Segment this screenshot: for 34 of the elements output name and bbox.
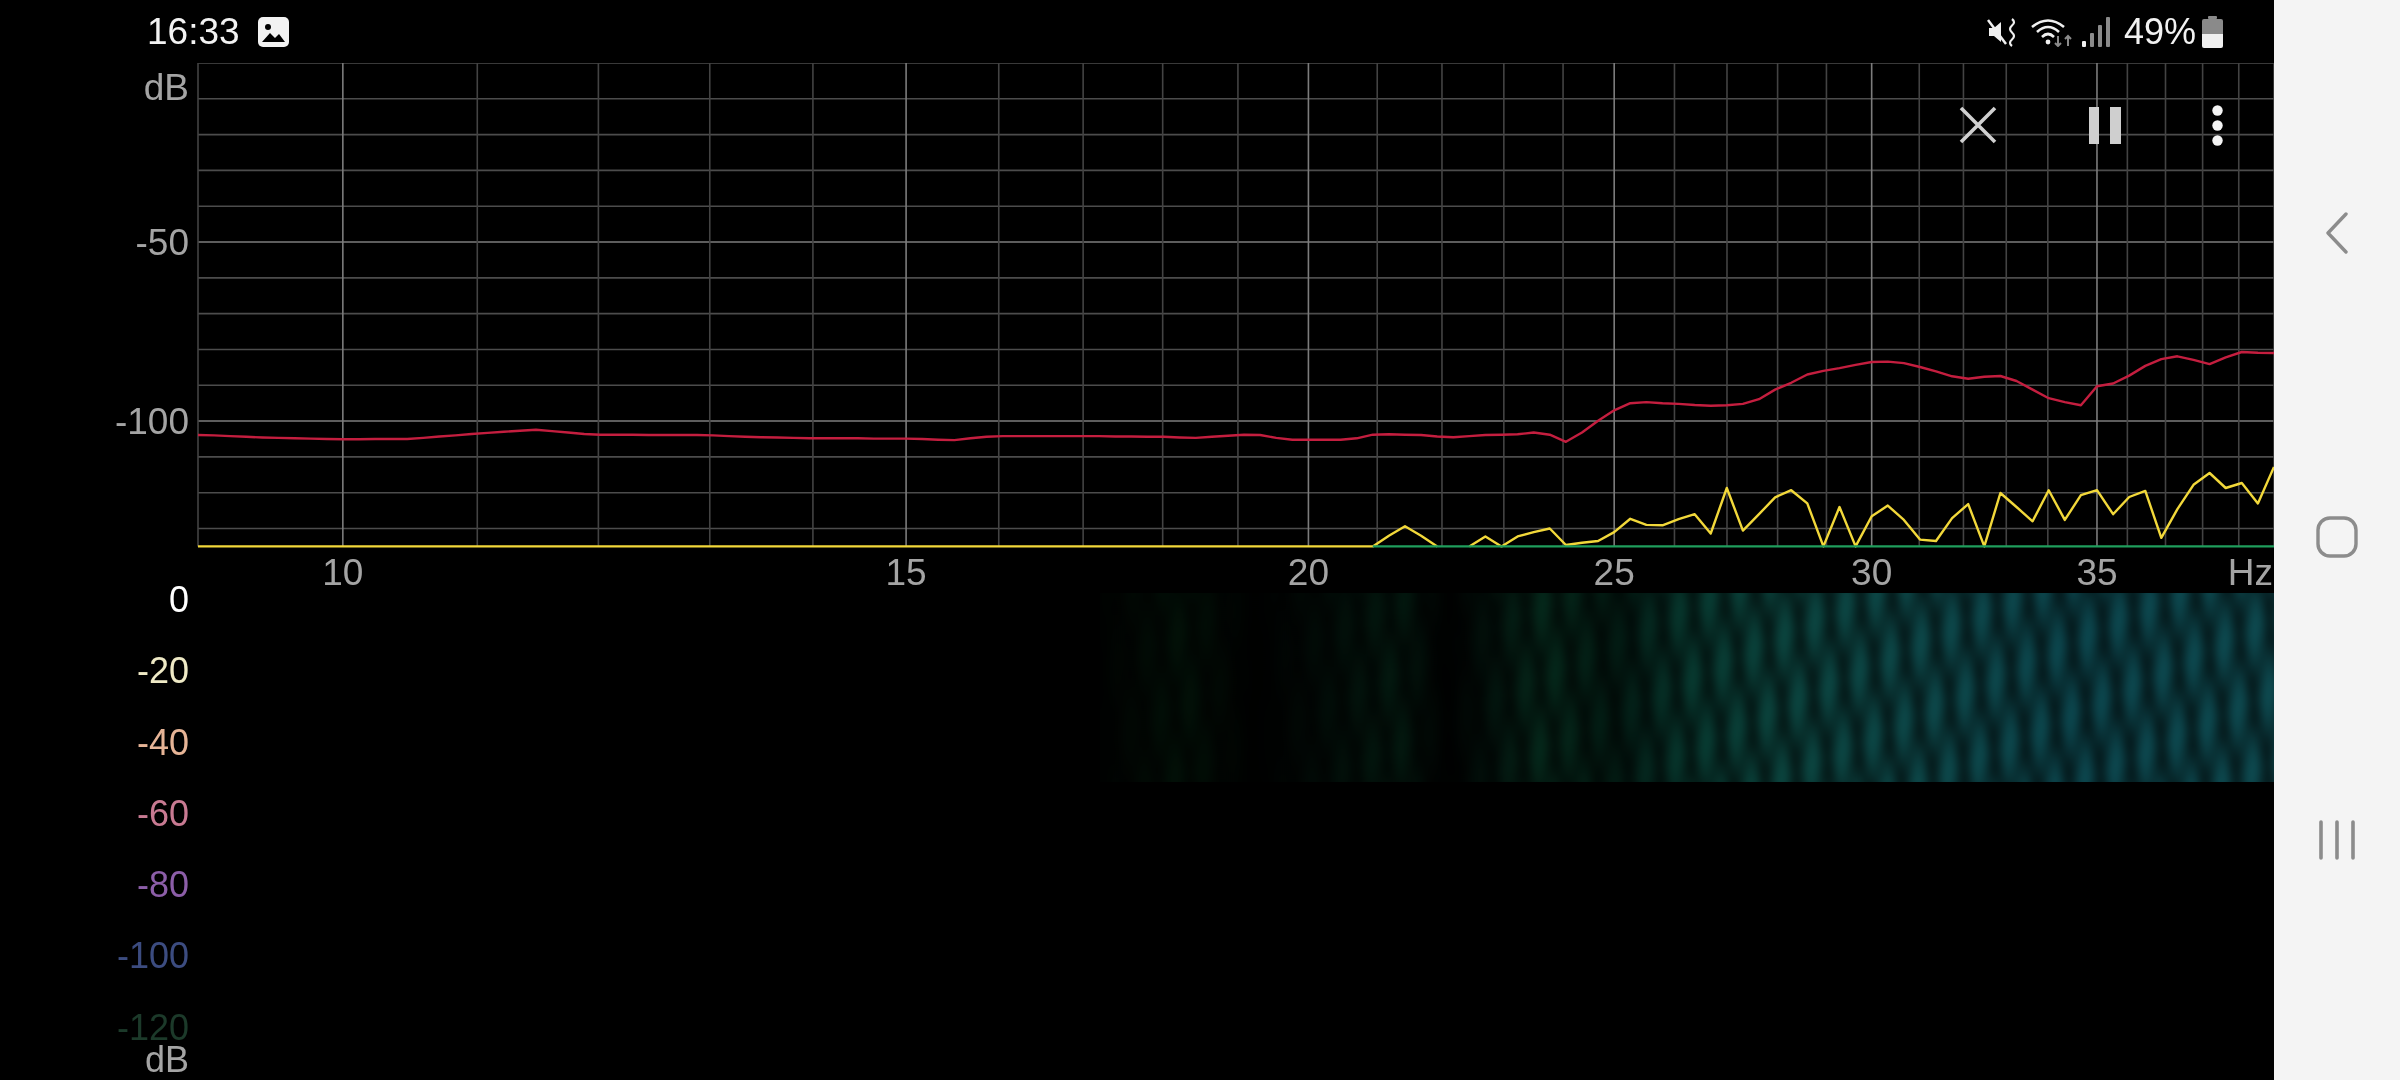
y-tick-label: -100 [114, 400, 189, 442]
close-button[interactable] [1959, 106, 1997, 144]
x-tick-label: 20 [1287, 551, 1329, 593]
x-tick-label: 15 [885, 551, 927, 593]
pause-button[interactable] [2089, 107, 2121, 144]
battery-percent: 49% [2123, 13, 2196, 50]
color-scale-label: -60 [136, 797, 189, 830]
x-axis-label: Hz [2227, 551, 2273, 593]
wifi-icon [2030, 16, 2073, 47]
x-tick-label: 25 [1593, 551, 1635, 593]
close-icon [1959, 106, 1997, 144]
signal-icon [2081, 16, 2110, 47]
color-scale-label: -20 [136, 655, 189, 688]
x-tick-label: 30 [1851, 551, 1893, 593]
status-time: 16:33 [147, 13, 240, 50]
back-icon[interactable] [2325, 212, 2349, 254]
color-scale-label: -40 [136, 726, 189, 759]
y-axis-label: dB [143, 66, 189, 108]
color-scale-unit: dB [144, 1043, 189, 1076]
color-scale-label: 0 [168, 584, 189, 616]
x-tick-label: 10 [322, 551, 364, 593]
image-icon [257, 16, 289, 47]
home-icon[interactable] [2316, 516, 2358, 558]
color-scale-label: -80 [136, 869, 189, 902]
pause-icon [2089, 107, 2121, 144]
color-scale-label: -120 [116, 1011, 189, 1044]
x-tick-label: 35 [2076, 551, 2118, 593]
mute-icon [1986, 16, 2017, 47]
more-icon [2212, 105, 2223, 146]
battery-icon [2202, 15, 2223, 48]
y-tick-label: -50 [135, 221, 189, 263]
more-button[interactable] [2212, 105, 2223, 146]
recents-icon[interactable] [2318, 820, 2356, 860]
color-scale-label: -100 [116, 940, 189, 973]
